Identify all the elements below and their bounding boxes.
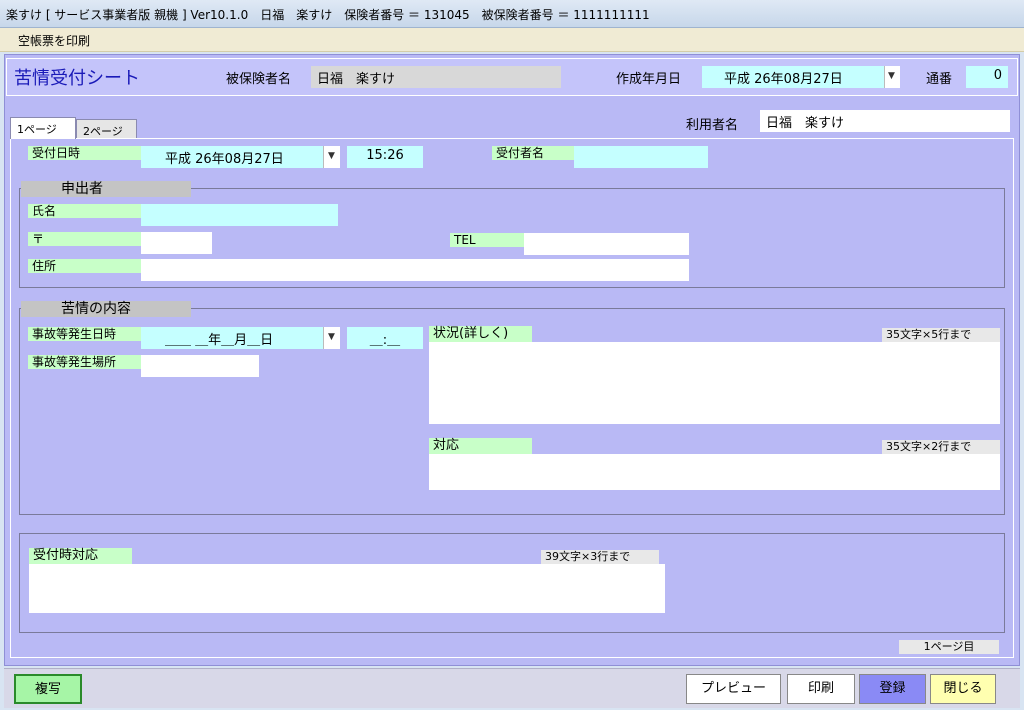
window-title: 楽すけ [ サービス事業者版 親機 ] Ver10.1.0 日福 楽すけ 保険者… xyxy=(6,8,650,22)
close-button[interactable]: 閉じる xyxy=(930,674,996,704)
situation-note: 35文字×5行まで xyxy=(882,328,1000,342)
serial-field: 0 xyxy=(966,66,1008,88)
dropdown-arrow-icon: ▼ xyxy=(328,332,335,342)
postal-code-field[interactable] xyxy=(141,232,212,254)
serial-label: 通番 xyxy=(926,72,953,87)
incident-date-field[interactable]: ＿＿ ＿年＿月＿日 xyxy=(141,327,323,349)
postal-code-label: 〒 xyxy=(28,232,141,246)
print-button[interactable]: 印刷 xyxy=(787,674,855,704)
tab-page2[interactable]: 2ページ xyxy=(76,119,137,139)
insured-name-label: 被保険者名 xyxy=(226,72,292,87)
incident-place-field[interactable] xyxy=(141,355,259,377)
situation-textarea[interactable] xyxy=(429,342,1000,424)
reception-time-field[interactable]: 15:26 xyxy=(347,146,423,168)
tel-field[interactable] xyxy=(524,233,689,255)
menu-bar: 空帳票を印刷 xyxy=(0,28,1024,52)
receiver-name-field[interactable] xyxy=(574,146,708,168)
created-date-dropdown[interactable]: ▼ xyxy=(884,66,900,88)
incident-date-label: 事故等発生日時 xyxy=(28,327,141,341)
preview-button[interactable]: プレビュー xyxy=(686,674,781,704)
user-name-field: 日福 楽すけ xyxy=(760,110,1010,132)
insured-name-field: 日福 楽すけ xyxy=(311,66,561,88)
reception-date-label: 受付日時 xyxy=(28,146,141,160)
address-field[interactable] xyxy=(141,259,689,281)
situation-label: 状況(詳しく) xyxy=(429,326,532,342)
page-title: 苦情受付シート xyxy=(14,68,140,89)
created-date-label: 作成年月日 xyxy=(616,72,682,87)
created-date-field[interactable]: 平成 26年08月27日 xyxy=(702,66,886,88)
dropdown-arrow-icon: ▼ xyxy=(328,151,335,161)
address-label: 住所 xyxy=(28,259,141,273)
reception-date-dropdown[interactable]: ▼ xyxy=(323,146,340,168)
applicant-group-title: 申出者 xyxy=(21,181,191,197)
applicant-name-field[interactable] xyxy=(141,204,338,226)
reception-response-textarea[interactable] xyxy=(29,564,665,613)
reception-date-field[interactable]: 平成 26年08月27日 xyxy=(141,146,323,168)
window-titlebar: 楽すけ [ サービス事業者版 親機 ] Ver10.1.0 日福 楽すけ 保険者… xyxy=(0,0,1024,28)
response-label: 対応 xyxy=(429,438,532,454)
page-indicator: 1ページ目 xyxy=(899,640,999,654)
register-button[interactable]: 登録 xyxy=(859,674,926,704)
response-note: 35文字×2行まで xyxy=(882,440,1000,454)
receiver-name-label: 受付者名 xyxy=(492,146,574,160)
user-name-label: 利用者名 xyxy=(686,118,739,133)
tab-page1[interactable]: 1ページ xyxy=(10,117,76,139)
applicant-name-label: 氏名 xyxy=(28,204,141,218)
incident-place-label: 事故等発生場所 xyxy=(28,355,141,369)
incident-time-field[interactable]: ＿:＿ xyxy=(347,327,423,349)
response-textarea[interactable] xyxy=(429,454,1000,490)
dropdown-arrow-icon: ▼ xyxy=(888,71,895,81)
complaint-group-title: 苦情の内容 xyxy=(21,301,191,317)
reception-response-label: 受付時対応 xyxy=(29,548,132,564)
copy-button[interactable]: 複写 xyxy=(14,674,82,704)
menu-print-blank[interactable]: 空帳票を印刷 xyxy=(18,32,90,49)
tel-label: TEL xyxy=(450,233,524,247)
incident-date-dropdown[interactable]: ▼ xyxy=(323,327,340,349)
reception-response-note: 39文字×3行まで xyxy=(541,550,659,564)
